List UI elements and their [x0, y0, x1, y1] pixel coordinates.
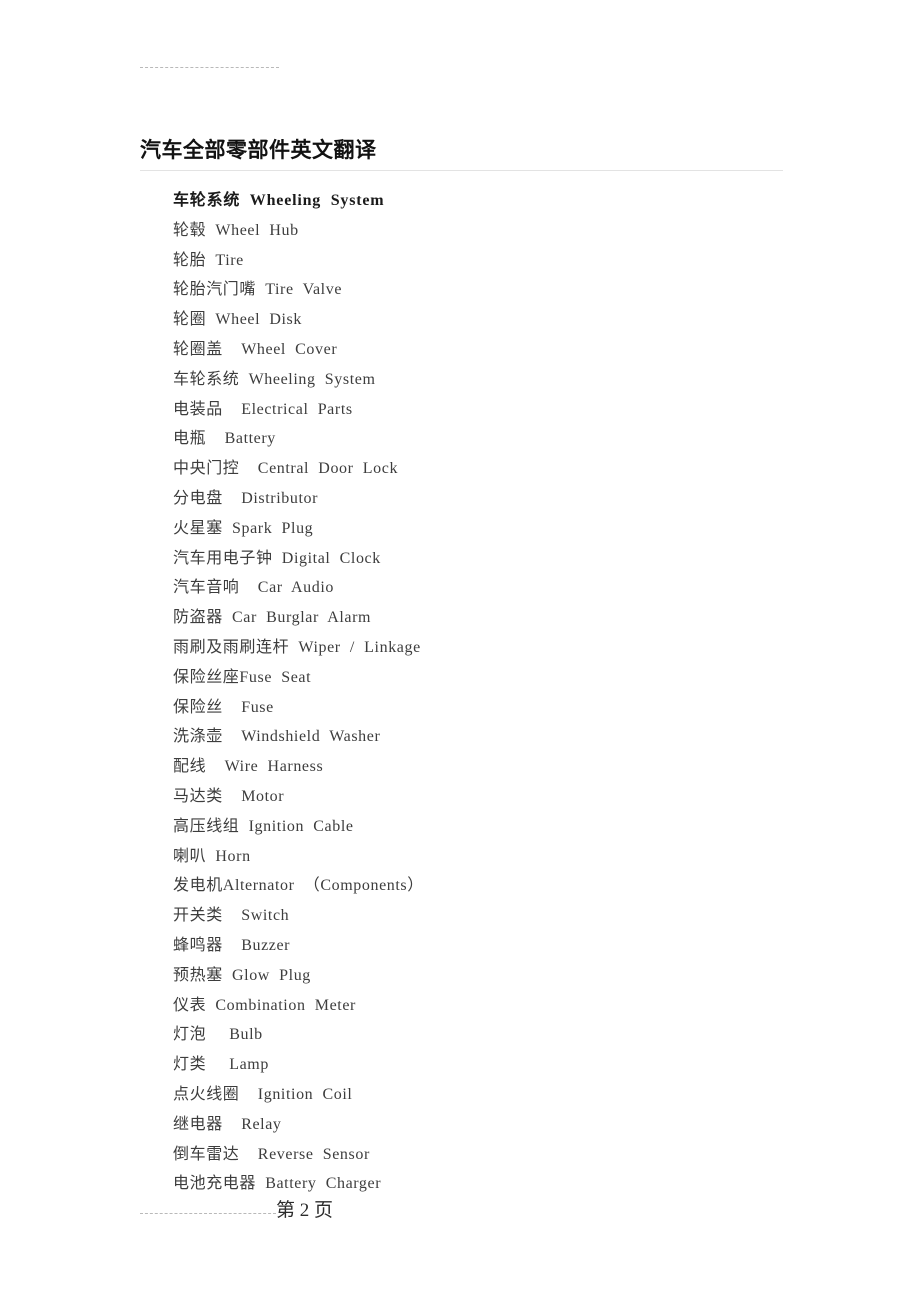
- term-line: 洗涤壶 Windshield Washer: [173, 728, 381, 746]
- term-line: 轮圈盖 Wheel Cover: [173, 340, 338, 358]
- terminology-list: 车轮系统 Wheeling System 轮毂 Wheel Hub 轮胎 Tire 轮…: [173, 186, 813, 1199]
- term-line: 仪表 Combination Meter: [173, 996, 356, 1014]
- term-line: 保险丝 Fuse: [173, 698, 274, 716]
- top-dashed-divider: [140, 67, 279, 68]
- term-line: 雨刷及雨刷连杆 Wiper / Linkage: [173, 638, 421, 656]
- page-number-label: 第 2 页: [276, 1200, 334, 1221]
- term-line: 灯类 Lamp: [173, 1056, 269, 1074]
- term-line: 轮胎汽门嘴 Tire Valve: [173, 281, 343, 299]
- term-line: 电装品 Electrical Parts: [173, 400, 353, 418]
- term-line: 分电盘 Distributor: [173, 489, 319, 507]
- term-line: 轮圈 Wheel Disk: [173, 311, 302, 329]
- footer-dashed-divider: [140, 1213, 276, 1214]
- title-horizontal-rule: [140, 170, 783, 171]
- term-line: 马达类 Motor: [173, 787, 285, 805]
- term-line: 配线 Wire Harness: [173, 758, 324, 776]
- term-line: 轮毂 Wheel Hub: [173, 221, 299, 239]
- term-line: 开关类 Switch: [173, 907, 290, 925]
- term-line: 轮胎 Tire: [173, 251, 244, 269]
- term-line: 蜂鸣器 Buzzer: [173, 936, 291, 954]
- page-footer: 第 2 页: [140, 1196, 540, 1226]
- term-line: 预热塞 Glow Plug: [173, 966, 311, 984]
- term-line: 电瓶 Battery: [173, 430, 276, 448]
- term-line: 汽车音响 Car Audio: [173, 579, 335, 597]
- term-line: 高压线组 Ignition Cable: [173, 817, 354, 835]
- term-line: 发电机Alternator （Components）: [173, 877, 424, 895]
- term-line: 防盗器 Car Burglar Alarm: [173, 609, 372, 627]
- term-line: 火星塞 Spark Plug: [173, 519, 314, 537]
- term-line: 车轮系统 Wheeling System: [173, 370, 376, 388]
- term-line: 倒车雷达 Reverse Sensor: [173, 1145, 370, 1163]
- document-page: 汽车全部零部件英文翻译 车轮系统 Wheeling System 轮毂 Wheel…: [0, 0, 920, 1302]
- term-line: 灯泡 Bulb: [173, 1026, 263, 1044]
- term-line: 汽车用电子钟 Digital Clock: [173, 549, 381, 567]
- term-line: 保险丝座Fuse Seat: [173, 668, 312, 686]
- term-line: 喇叭 Horn: [173, 847, 251, 865]
- term-line: 点火线圈 Ignition Coil: [173, 1085, 353, 1103]
- term-line: 电池充电器 Battery Charger: [173, 1175, 382, 1193]
- term-line: 继电器 Relay: [173, 1115, 282, 1133]
- section-heading-line: 车轮系统 Wheeling System: [173, 192, 385, 209]
- term-line: 中央门控 Central Door Lock: [173, 460, 399, 478]
- page-title: 汽车全部零部件英文翻译: [140, 137, 377, 163]
